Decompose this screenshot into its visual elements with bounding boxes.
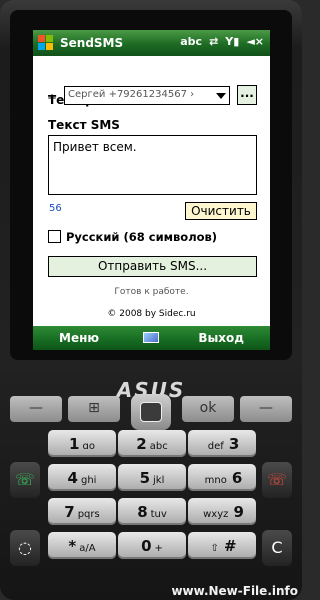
plus-sign: +: [47, 91, 58, 105]
phone-device: SendSMS abc ⇄ Y▮ ◄× Телефон + Сергей +79…: [0, 0, 302, 600]
phone-screen: SendSMS abc ⇄ Y▮ ◄× Телефон + Сергей +79…: [33, 30, 270, 350]
key-1[interactable]: 1 ɑo: [48, 430, 116, 457]
end-call-button[interactable]: ☏: [262, 462, 292, 498]
key-star[interactable]: * a/A: [48, 532, 116, 559]
key-4[interactable]: 4 ghi: [48, 464, 116, 491]
key-6[interactable]: mno 6: [188, 464, 256, 491]
windows-start-icon[interactable]: [38, 35, 54, 51]
sync-icon[interactable]: ⇄: [209, 35, 218, 48]
keyboard-icon[interactable]: [143, 332, 159, 343]
key-7[interactable]: 7 pqrs: [48, 498, 116, 525]
power-icon[interactable]: ◌: [10, 530, 40, 566]
sms-form: Телефон + Сергей +79261234567 › ... Текс…: [33, 56, 270, 324]
signal-icon[interactable]: Y▮: [225, 35, 239, 48]
title-bar: SendSMS abc ⇄ Y▮ ◄×: [33, 30, 270, 56]
status-icons: abc ⇄ Y▮ ◄×: [180, 35, 264, 48]
watermark: www.New-File.info: [171, 584, 298, 598]
menu-softkey[interactable]: Меню: [59, 331, 99, 345]
exit-softkey[interactable]: Выход: [198, 331, 244, 345]
key-8[interactable]: 8 tuv: [118, 498, 186, 525]
input-mode-indicator[interactable]: abc: [180, 35, 202, 48]
sms-text-label: Текст SMS: [48, 118, 120, 132]
clear-button[interactable]: Очистить: [185, 202, 257, 220]
app-title: SendSMS: [60, 36, 124, 50]
dpad-center[interactable]: [140, 402, 162, 422]
russian-checkbox[interactable]: [48, 230, 61, 243]
key-3[interactable]: def 3: [188, 430, 256, 457]
key-hash[interactable]: ⇧ #: [188, 532, 256, 559]
volume-icon[interactable]: ◄×: [246, 35, 264, 48]
copyright-text: © 2008 by Sidec.ru: [107, 309, 196, 319]
russian-checkbox-label[interactable]: Русский (68 символов): [66, 230, 217, 244]
softkey-bar: Меню Выход: [33, 326, 270, 350]
contact-select[interactable]: Сергей +79261234567 ›: [64, 86, 230, 105]
ok-button[interactable]: ok: [182, 396, 234, 422]
contacts-button[interactable]: ...: [237, 85, 257, 105]
contact-value: Сергей +79261234567 ›: [68, 89, 195, 100]
clear-key[interactable]: C: [262, 530, 292, 566]
chevron-down-icon: [216, 93, 226, 99]
key-5[interactable]: 5 jkl: [118, 464, 186, 491]
windows-button[interactable]: ⊞: [68, 396, 120, 422]
status-text: Готов к работе.: [114, 287, 189, 297]
key-9[interactable]: wxyz 9: [188, 498, 256, 525]
dpad[interactable]: [131, 394, 171, 430]
message-input[interactable]: Привет всем.: [48, 135, 257, 195]
key-2[interactable]: 2 abc: [118, 430, 186, 457]
char-counter: 56: [49, 203, 62, 214]
call-button[interactable]: ☏: [10, 462, 40, 498]
left-soft-button[interactable]: —: [10, 396, 62, 422]
right-soft-button[interactable]: —: [240, 396, 292, 422]
send-sms-button[interactable]: Отправить SMS...: [48, 256, 257, 277]
key-0[interactable]: 0 +: [118, 532, 186, 559]
